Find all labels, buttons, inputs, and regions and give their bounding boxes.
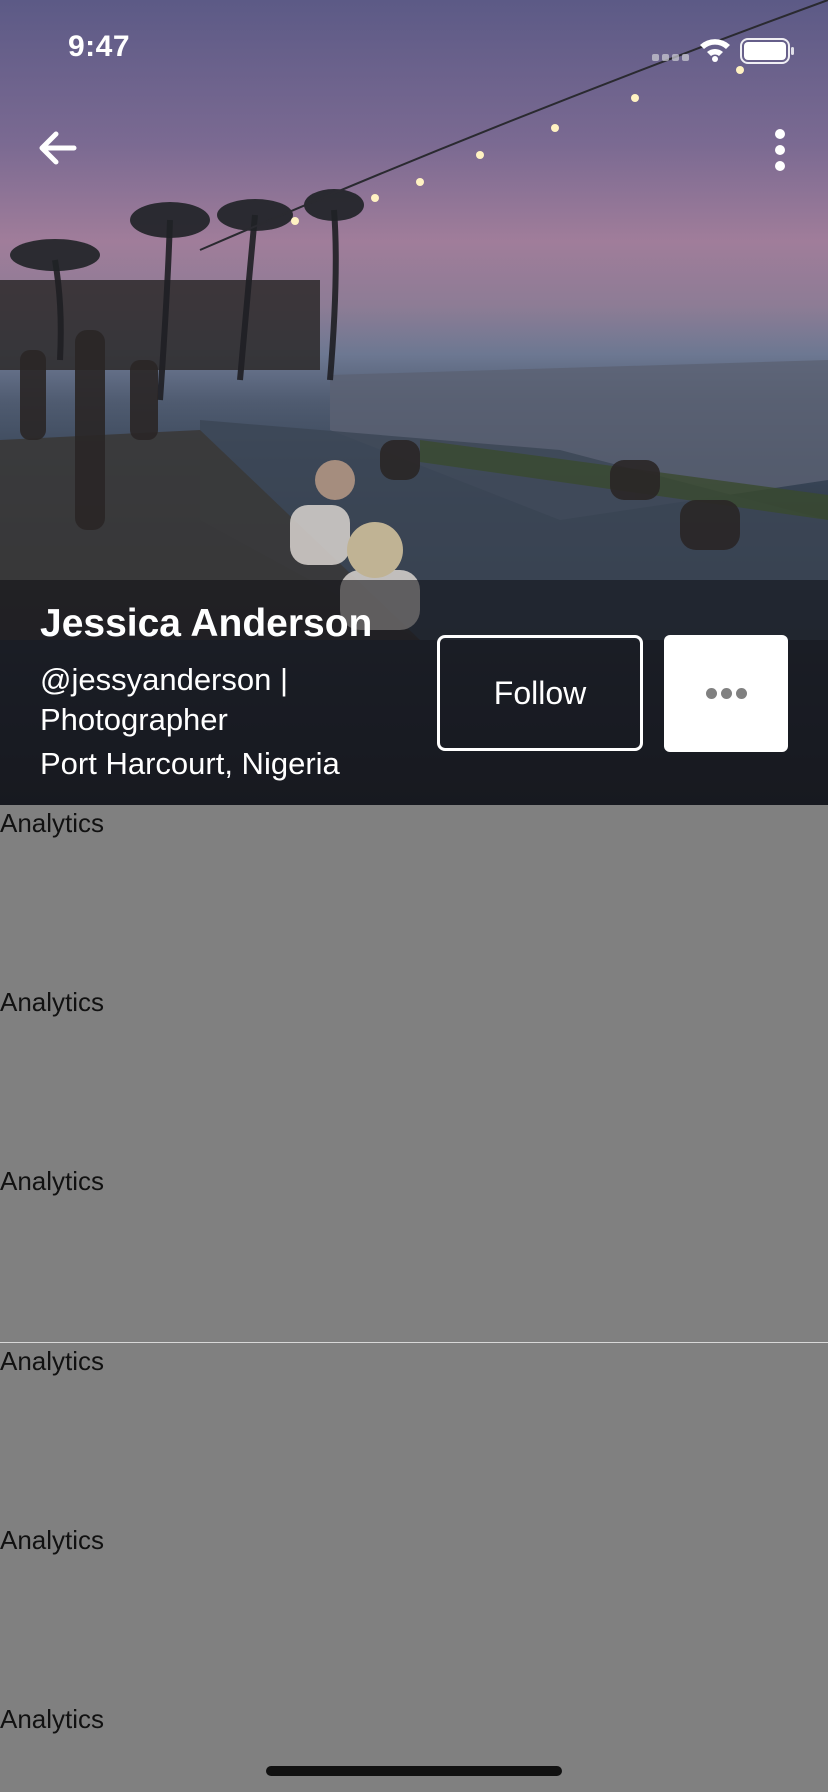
- arrow-left-icon: [39, 131, 77, 165]
- analytics-item[interactable]: Analytics: [0, 1166, 104, 1197]
- analytics-item[interactable]: Analytics: [0, 1704, 104, 1735]
- profile-location: Port Harcourt, Nigeria: [40, 746, 340, 781]
- profile-handle-occupation: Photographer: [40, 702, 228, 737]
- battery-icon: [740, 38, 794, 64]
- vertical-ellipsis-icon: [775, 129, 785, 171]
- more-options-menu-button[interactable]: [760, 124, 800, 176]
- analytics-item[interactable]: Analytics: [0, 1525, 104, 1556]
- status-time: 9:47: [68, 30, 131, 63]
- cellular-signal-icon: [652, 54, 689, 61]
- back-button[interactable]: [34, 124, 82, 172]
- profile-handle-username: @jessyanderson |: [40, 662, 289, 697]
- horizontal-ellipsis-icon: [705, 688, 717, 699]
- follow-button[interactable]: Follow: [437, 635, 643, 751]
- section-divider: [0, 1342, 828, 1343]
- more-actions-button[interactable]: [664, 635, 788, 752]
- status-bar: 9:47: [0, 0, 828, 100]
- analytics-item[interactable]: Analytics: [0, 1346, 104, 1377]
- ellipsis-dot: [720, 688, 732, 699]
- profile-handle: @jessyanderson | Photographer: [40, 660, 360, 740]
- home-indicator[interactable]: [266, 1766, 562, 1776]
- ellipsis-dot: [735, 688, 747, 699]
- analytics-item[interactable]: Analytics: [0, 987, 104, 1018]
- wifi-icon: [700, 39, 730, 62]
- profile-name: Jessica Anderson: [40, 602, 373, 645]
- analytics-item[interactable]: Analytics: [0, 808, 104, 839]
